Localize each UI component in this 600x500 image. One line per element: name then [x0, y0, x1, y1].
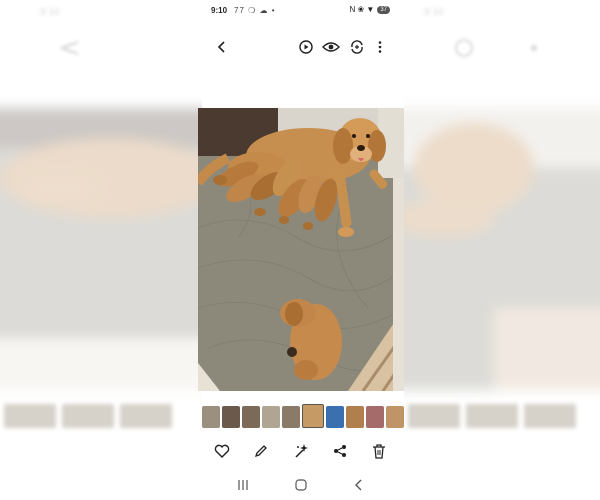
next-filmstrip-ghost — [404, 404, 600, 432]
filmstrip — [202, 404, 404, 430]
filmstrip-thumbnail[interactable] — [202, 406, 220, 428]
filmstrip-thumbnail-selected[interactable] — [302, 404, 324, 428]
filmstrip-thumbnail[interactable] — [346, 406, 364, 428]
ai-effects-icon[interactable] — [290, 440, 312, 462]
heart-icon[interactable] — [211, 440, 233, 462]
filmstrip-thumbnail[interactable] — [282, 406, 300, 428]
system-navigation-bar — [202, 474, 404, 496]
top-toolbar — [202, 36, 404, 60]
previous-filmstrip-ghost — [0, 404, 202, 432]
motion-photo-icon[interactable] — [295, 36, 317, 58]
remaster-icon[interactable] — [346, 36, 368, 58]
status-time: 9:10 — [211, 6, 228, 15]
status-bar: 9:10 77 ❍ ☁ • N ❀ ▼ 37 — [202, 0, 404, 22]
filmstrip-thumbnail[interactable] — [386, 406, 404, 428]
home-icon[interactable] — [290, 474, 312, 496]
chevron-left-icon[interactable] — [211, 36, 233, 58]
system-status-glyphs: N ❀ ▼ — [349, 5, 375, 14]
more-vertical-icon[interactable] — [369, 36, 391, 58]
system-icons: N ❀ ▼ 37 — [349, 5, 390, 14]
battery-indicator: 37 — [377, 5, 390, 14]
share-icon[interactable] — [329, 440, 351, 462]
recent-apps-icon[interactable] — [232, 474, 254, 496]
filmstrip-thumbnail[interactable] — [366, 406, 384, 428]
back-nav-icon[interactable] — [348, 474, 370, 496]
bottom-action-bar — [202, 440, 404, 464]
previous-photo-preview[interactable]: 9:10 — [0, 0, 202, 500]
filmstrip-thumbnail[interactable] — [262, 406, 280, 428]
notification-icons: 77 ❍ ☁ • — [234, 6, 276, 15]
next-photo-preview[interactable]: 9:10 — [404, 0, 600, 500]
filmstrip-thumbnail[interactable] — [242, 406, 260, 428]
filmstrip-thumbnail[interactable] — [222, 406, 240, 428]
edit-pencil-icon[interactable] — [250, 440, 272, 462]
filmstrip-thumbnail[interactable] — [326, 406, 344, 428]
main-photo[interactable] — [198, 108, 404, 391]
delete-trash-icon[interactable] — [368, 440, 390, 462]
eye-icon[interactable] — [320, 36, 342, 58]
